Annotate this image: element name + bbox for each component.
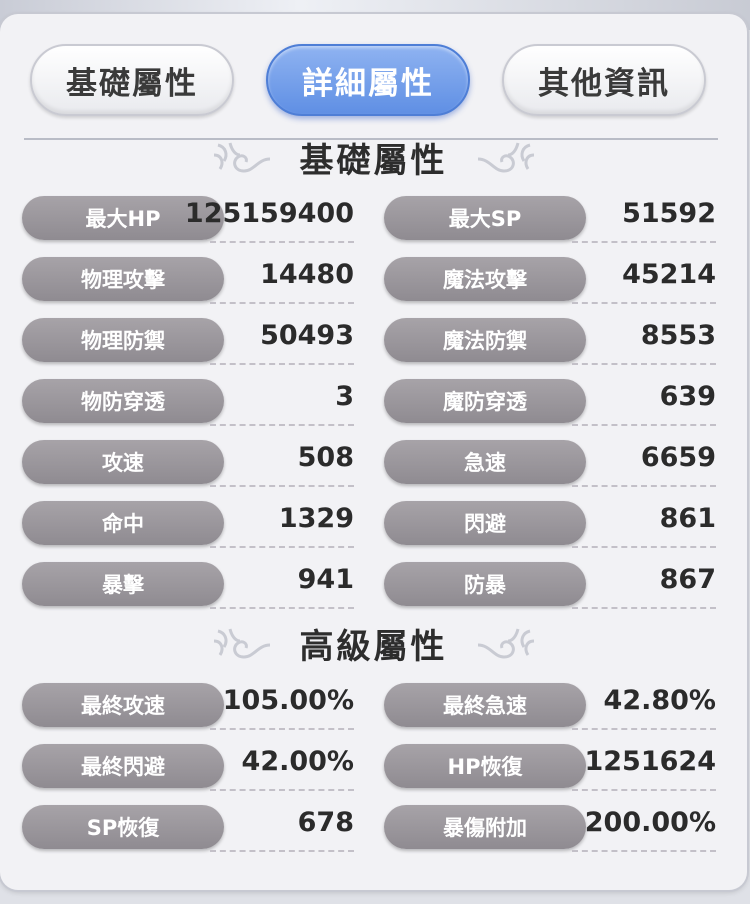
stat-label: 最終攻速 xyxy=(22,683,224,727)
stat-row-magic-defense: 魔法防禦 8553 xyxy=(384,318,716,366)
stat-label: SP恢復 xyxy=(22,805,224,849)
dashed-underline xyxy=(572,607,716,609)
tab-other-info[interactable]: 其他資訊 xyxy=(502,44,706,116)
stat-label: 物理攻擊 xyxy=(22,257,224,301)
flourish-left-icon xyxy=(213,142,270,173)
stat-row-final-haste: 最終急速 42.80% xyxy=(384,683,716,731)
stat-label: 攻速 xyxy=(22,440,224,484)
stat-row-critical: 暴擊 941 xyxy=(22,562,354,610)
dashed-underline xyxy=(210,363,354,365)
stat-row-max-sp: 最大SP 51592 xyxy=(384,196,716,244)
stat-label: 命中 xyxy=(22,501,224,545)
stat-row-final-attack-speed: 最終攻速 105.00% xyxy=(22,683,354,731)
stat-row-crit-resist: 防暴 867 xyxy=(384,562,716,610)
stat-label: HP恢復 xyxy=(384,744,586,788)
dashed-underline xyxy=(572,485,716,487)
stat-value: 1251624 xyxy=(584,746,716,777)
dashed-underline xyxy=(572,241,716,243)
dashed-underline xyxy=(572,789,716,791)
stat-value: 508 xyxy=(297,442,354,473)
stat-value: 8553 xyxy=(640,320,716,351)
dashed-underline xyxy=(210,789,354,791)
dashed-underline xyxy=(210,728,354,730)
dashed-underline xyxy=(572,546,716,548)
stat-label: 物防穿透 xyxy=(22,379,224,423)
stat-row-haste: 急速 6659 xyxy=(384,440,716,488)
tab-basic-attributes[interactable]: 基礎屬性 xyxy=(30,44,234,116)
stat-row-crit-damage-bonus: 暴傷附加 200.00% xyxy=(384,805,716,853)
stat-row-hp-regen: HP恢復 1251624 xyxy=(384,744,716,792)
stat-value: 42.00% xyxy=(241,746,354,777)
stat-value: 200.00% xyxy=(584,807,716,838)
tab-detailed-attributes[interactable]: 詳細屬性 xyxy=(266,44,470,116)
stat-value: 14480 xyxy=(260,259,354,290)
stat-value: 50493 xyxy=(260,320,354,351)
stat-label: 魔法攻擊 xyxy=(384,257,586,301)
dashed-underline xyxy=(572,302,716,304)
dashed-underline xyxy=(210,424,354,426)
stat-row-physical-penetration: 物防穿透 3 xyxy=(22,379,354,427)
stat-label: 魔法防禦 xyxy=(384,318,586,362)
stat-row-dodge: 閃避 861 xyxy=(384,501,716,549)
stat-value: 941 xyxy=(297,564,354,595)
stat-value: 6659 xyxy=(640,442,716,473)
stat-value: 678 xyxy=(297,807,354,838)
stat-label: 暴擊 xyxy=(22,562,224,606)
section-header-basic: 基礎屬性 xyxy=(0,132,747,182)
stat-row-final-dodge: 最終閃避 42.00% xyxy=(22,744,354,792)
stat-label: 閃避 xyxy=(384,501,586,545)
dashed-underline xyxy=(572,728,716,730)
stat-row-attack-speed: 攻速 508 xyxy=(22,440,354,488)
dashed-underline xyxy=(210,485,354,487)
stat-row-accuracy: 命中 1329 xyxy=(22,501,354,549)
stat-label: 暴傷附加 xyxy=(384,805,586,849)
stat-row-physical-attack: 物理攻擊 14480 xyxy=(22,257,354,305)
stat-value: 1329 xyxy=(278,503,354,534)
stat-value: 861 xyxy=(659,503,716,534)
dashed-underline xyxy=(210,607,354,609)
stat-row-sp-regen: SP恢復 678 xyxy=(22,805,354,853)
dashed-underline xyxy=(572,850,716,852)
stat-row-max-hp: 最大HP 125159400 xyxy=(22,196,354,244)
stat-label: 最終急速 xyxy=(384,683,586,727)
stat-label: 最大SP xyxy=(384,196,586,240)
stat-label: 最終閃避 xyxy=(22,744,224,788)
flourish-right-icon xyxy=(477,628,534,659)
dashed-underline xyxy=(572,363,716,365)
stat-label: 魔防穿透 xyxy=(384,379,586,423)
stat-value: 51592 xyxy=(622,198,716,229)
dashed-underline xyxy=(210,302,354,304)
section-title-advanced: 高級屬性 xyxy=(299,626,448,667)
section-header-advanced: 高級屬性 xyxy=(0,618,747,668)
stat-label: 防暴 xyxy=(384,562,586,606)
stat-row-physical-defense: 物理防禦 50493 xyxy=(22,318,354,366)
stat-value: 867 xyxy=(659,564,716,595)
dashed-underline xyxy=(210,850,354,852)
section-title-basic: 基礎屬性 xyxy=(299,140,448,181)
stat-row-magic-attack: 魔法攻擊 45214 xyxy=(384,257,716,305)
dashed-underline xyxy=(572,424,716,426)
stat-value: 639 xyxy=(659,381,716,412)
stat-value: 42.80% xyxy=(603,685,716,716)
attribute-panel: 基礎屬性 詳細屬性 其他資訊 基礎屬性 最大HP 125159400 最大SP … xyxy=(0,14,747,890)
dashed-underline xyxy=(210,546,354,548)
flourish-right-icon xyxy=(477,142,534,173)
stat-value: 125159400 xyxy=(184,198,354,229)
stat-value: 105.00% xyxy=(222,685,354,716)
stat-value: 3 xyxy=(335,381,354,412)
stat-label: 物理防禦 xyxy=(22,318,224,362)
stat-label: 急速 xyxy=(384,440,586,484)
stat-row-magic-penetration: 魔防穿透 639 xyxy=(384,379,716,427)
dashed-underline xyxy=(210,241,354,243)
stat-value: 45214 xyxy=(622,259,716,290)
flourish-left-icon xyxy=(213,628,270,659)
